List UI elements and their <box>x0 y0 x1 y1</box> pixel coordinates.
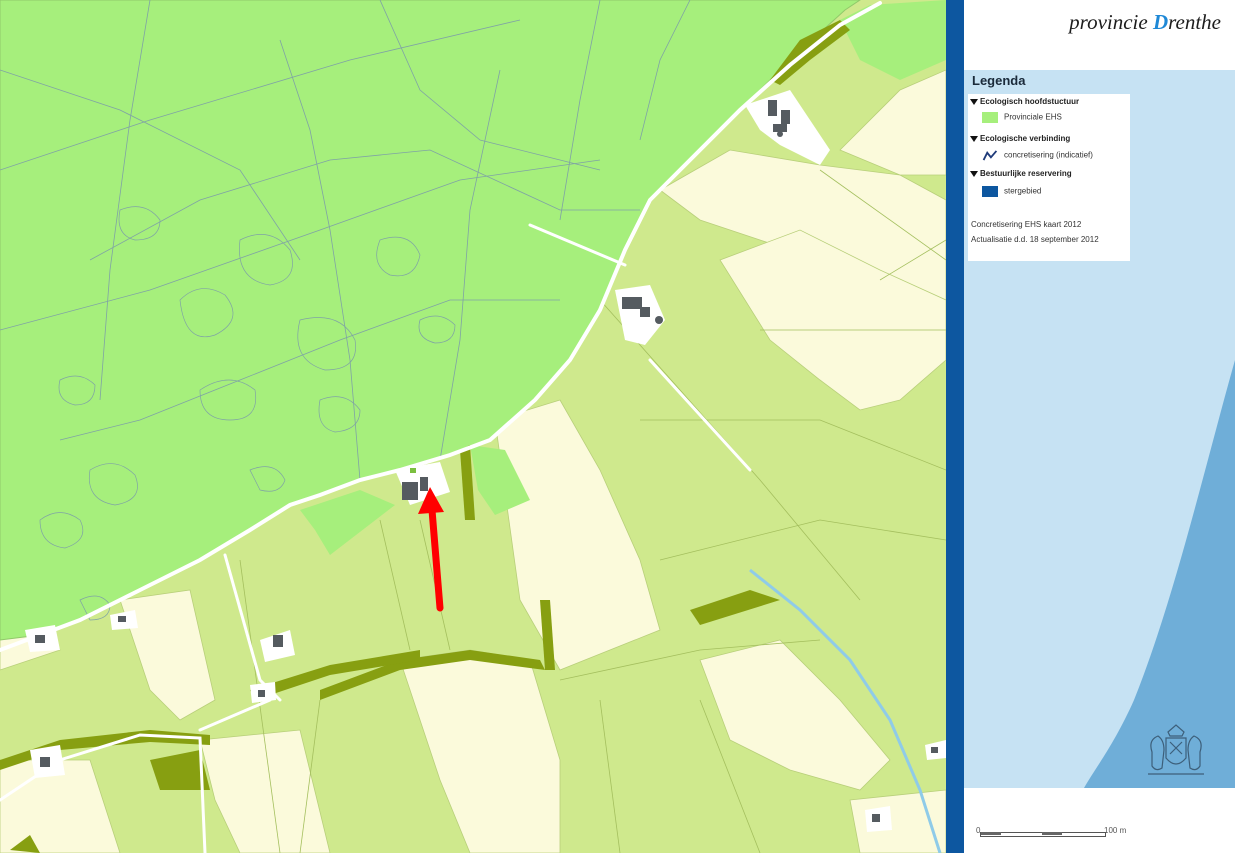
legend-panel: Ecologisch hoofdstuctuur Provinciale EHS… <box>968 94 1130 261</box>
scale-label-end: 100 m <box>1104 826 1127 835</box>
map-canvas[interactable] <box>0 0 946 853</box>
coat-of-arms-icon <box>1148 724 1204 775</box>
legend-note-map: Concretisering EHS kaart 2012 <box>971 220 1082 229</box>
legend-title: Legenda <box>972 73 1026 88</box>
scale-bar-segment <box>1042 832 1062 835</box>
logo-name: renthe <box>1168 10 1221 34</box>
collapse-triangle-icon[interactable] <box>970 170 978 177</box>
logo-prefix: provincie <box>1069 10 1148 34</box>
scale-bar-segment <box>981 832 1001 835</box>
collapse-triangle-icon[interactable] <box>970 135 978 142</box>
logo-initial: D <box>1152 10 1169 34</box>
legend-heading-reservering: Bestuurlijke reservering <box>970 169 1072 178</box>
legend-item-provinciale-ehs: Provinciale EHS <box>982 112 1062 123</box>
sidebar-border <box>946 0 964 853</box>
scale-label-start: 0 <box>976 826 981 835</box>
scale-bar <box>980 830 1110 838</box>
legend-heading-verbinding: Ecologische verbinding <box>970 134 1070 143</box>
legend-note-date: Actualisatie d.d. 18 september 2012 <box>971 235 1099 244</box>
legend-item-concretisering: concretisering (indicatief) <box>982 150 1093 161</box>
legend-item-stergebied: stergebied <box>982 186 1041 197</box>
province-logo: provincie Drenthe <box>1069 10 1221 35</box>
collapse-triangle-icon[interactable] <box>970 98 978 105</box>
legend-heading-ehs: Ecologisch hoofdstuctuur <box>970 97 1079 106</box>
legend-swatch-green <box>982 112 998 123</box>
sidebar: provincie Drenthe Legenda Ecologisch hoo… <box>964 0 1235 853</box>
legend-line-icon <box>982 150 998 161</box>
legend-swatch-blue <box>982 186 998 197</box>
